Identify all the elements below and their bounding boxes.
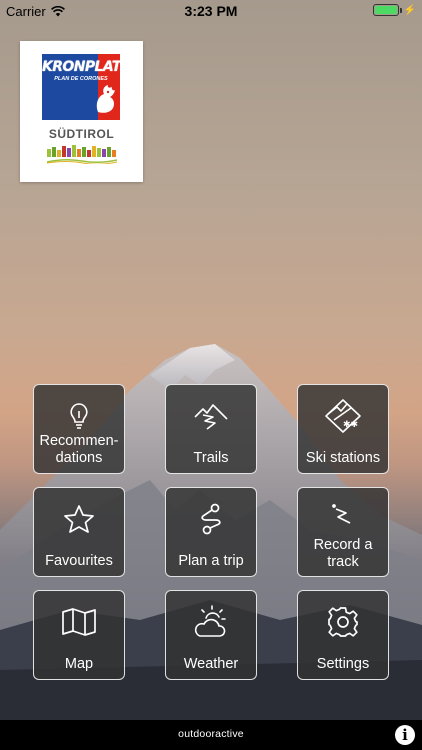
trail-mountain-icon bbox=[166, 395, 256, 437]
tile-label: Weather bbox=[183, 656, 239, 672]
tile-recommendations[interactable]: Recommen- dations bbox=[33, 384, 125, 474]
tile-label: Plan a trip bbox=[178, 553, 244, 569]
bottom-bar: outdooractive i bbox=[0, 720, 422, 750]
status-right: ⚡ bbox=[372, 4, 416, 16]
tile-label: Settings bbox=[316, 656, 370, 672]
suedtirol-logo-lines bbox=[47, 158, 117, 164]
outdooractive-brand: outdooractive bbox=[178, 728, 244, 740]
star-icon bbox=[34, 498, 124, 540]
suedtirol-logo-stripes bbox=[47, 145, 116, 157]
info-icon[interactable]: i bbox=[395, 725, 415, 745]
battery-fill bbox=[374, 6, 397, 14]
tile-settings[interactable]: Settings bbox=[297, 590, 389, 680]
tile-label: Map bbox=[64, 656, 94, 672]
ski-station-icon: ✱✱ bbox=[298, 395, 388, 437]
tile-trails[interactable]: Trails bbox=[165, 384, 257, 474]
rooster-icon bbox=[96, 85, 115, 113]
charging-icon: ⚡ bbox=[403, 4, 416, 16]
weather-icon bbox=[166, 601, 256, 643]
status-bar: Carrier 3:23 PM ⚡ bbox=[0, 0, 422, 22]
tile-record-a-track[interactable]: Record a track bbox=[297, 487, 389, 577]
tile-label: Recommen- dations bbox=[39, 433, 119, 466]
tile-label: Ski stations bbox=[305, 450, 381, 466]
svg-text:✱✱: ✱✱ bbox=[343, 420, 358, 430]
record-track-icon bbox=[298, 494, 388, 536]
lightbulb-icon bbox=[34, 395, 124, 437]
tile-label: Trails bbox=[193, 450, 229, 466]
tile-label: Record a track bbox=[313, 537, 373, 570]
map-icon bbox=[34, 601, 124, 643]
battery-icon bbox=[372, 4, 399, 16]
tile-label: Favourites bbox=[45, 553, 113, 569]
route-icon bbox=[166, 498, 256, 540]
logo-card: KRONPLATZ PLAN DE CORONES SÜDTIROL bbox=[20, 41, 143, 182]
tile-plan-a-trip[interactable]: Plan a trip bbox=[165, 487, 257, 577]
tile-favourites[interactable]: Favourites bbox=[33, 487, 125, 577]
kronplatz-logo: KRONPLATZ PLAN DE CORONES bbox=[42, 54, 120, 120]
gear-icon bbox=[298, 601, 388, 643]
battery-tip bbox=[399, 7, 402, 13]
kronplatz-logo-text: KRONPLATZ bbox=[42, 59, 120, 75]
suedtirol-logo-text: SÜDTIROL bbox=[48, 127, 115, 141]
status-time: 3:23 PM bbox=[184, 3, 238, 19]
tile-map[interactable]: Map bbox=[33, 590, 125, 680]
tile-ski-stations[interactable]: ✱✱ Ski stations bbox=[297, 384, 389, 474]
tile-weather[interactable]: Weather bbox=[165, 590, 257, 680]
